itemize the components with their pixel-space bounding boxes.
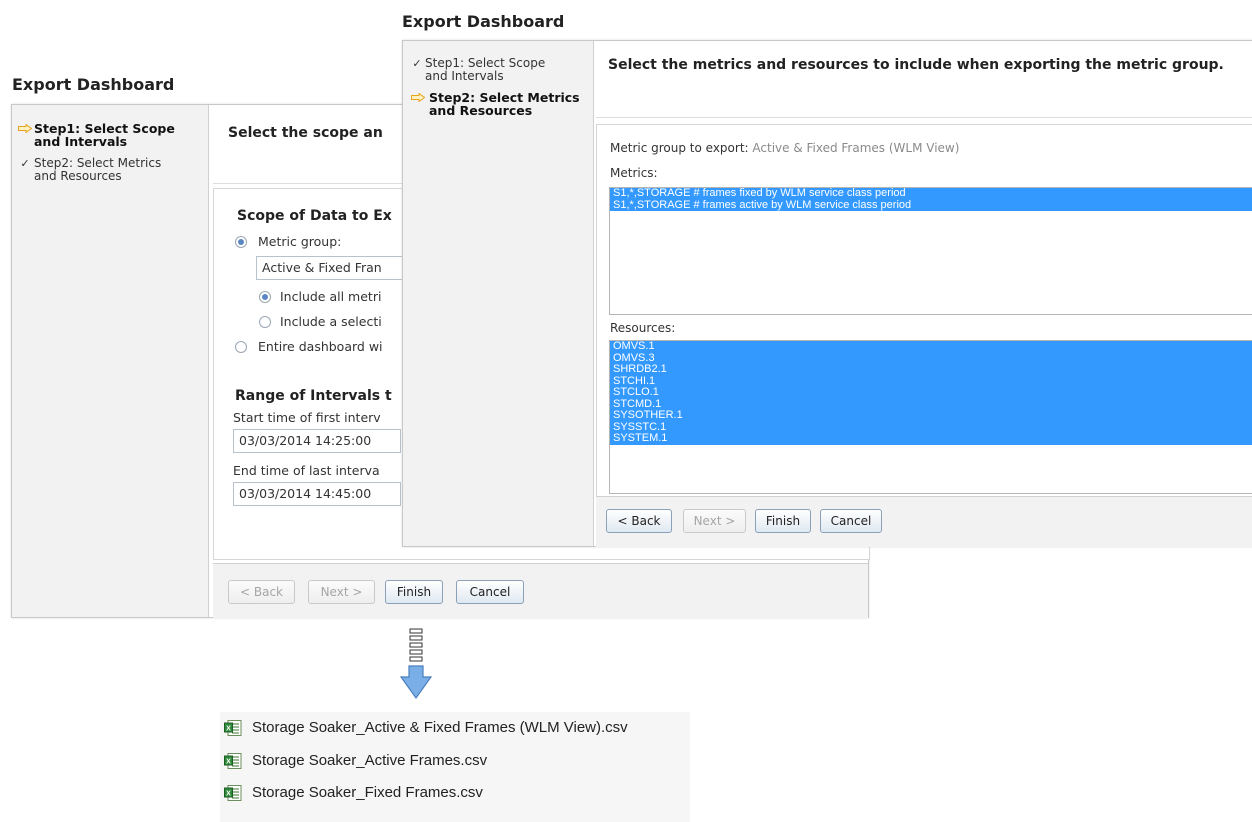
- front-dialog-title: Export Dashboard: [402, 12, 565, 31]
- file-item[interactable]: X Storage Soaker_Fixed Frames.csv: [224, 783, 684, 805]
- resources-list-item[interactable]: SYSTEM.1: [610, 432, 1252, 445]
- checkmark-icon: ✓: [20, 157, 30, 170]
- entire-dashboard-radio[interactable]: [235, 341, 247, 353]
- file-item[interactable]: X Storage Soaker_Active & Fixed Frames (…: [224, 718, 684, 740]
- front-footer: < Back Next > Finish Cancel: [596, 496, 1252, 547]
- back-step-2-line2: and Resources: [34, 169, 122, 183]
- checkmark-icon: ✓: [412, 57, 422, 70]
- metric-group-radio[interactable]: [235, 236, 247, 248]
- metric-group-field[interactable]: Active & Fixed Fran: [256, 256, 406, 280]
- front-step-1-line2: and Intervals: [425, 69, 504, 83]
- metric-group-export-label: Metric group to export: Active & Fixed F…: [610, 141, 959, 155]
- metrics-list[interactable]: S1,*,STORAGE # frames fixed by WLM servi…: [609, 187, 1252, 315]
- include-selection-label: Include a selecti: [280, 314, 382, 329]
- file-name: Storage Soaker_Fixed Frames.csv: [252, 784, 483, 801]
- resources-list-item[interactable]: SYSOTHER.1: [610, 409, 1252, 422]
- end-time-field[interactable]: 03/03/2014 14:45:00: [233, 482, 401, 506]
- back-step-1[interactable]: Step1: Select Scope and Intervals: [18, 122, 208, 150]
- metrics-list-item[interactable]: S1,*,STORAGE # frames active by WLM serv…: [610, 199, 1252, 211]
- back-footer: < Back Next > Finish Cancel: [213, 563, 868, 618]
- front-content: Metric group to export: Active & Fixed F…: [596, 124, 1252, 498]
- start-time-field[interactable]: 03/03/2014 14:25:00: [233, 429, 401, 453]
- back-steps-pane: Step1: Select Scope and Intervals ✓ Step…: [12, 105, 209, 617]
- down-arrow-icon: [399, 628, 433, 700]
- resources-list-item[interactable]: OMVS.3: [610, 352, 1252, 364]
- resources-label: Resources:: [610, 321, 676, 335]
- resources-list-item[interactable]: SHRDB2.1: [610, 363, 1252, 376]
- front-dialog: ✓ Step1: Select Scope and Intervals Step…: [402, 40, 1252, 547]
- resources-list[interactable]: OMVS.1 OMVS.3 SHRDB2.1 STCHI.1 STCLO.1 S…: [609, 340, 1252, 494]
- finish-button[interactable]: Finish: [755, 509, 811, 533]
- front-step-2[interactable]: Step2: Select Metrics and Resources: [411, 91, 593, 119]
- start-time-label: Start time of first interv: [233, 410, 381, 425]
- svg-text:X: X: [226, 791, 231, 798]
- include-selection-radio[interactable]: [259, 316, 271, 328]
- metric-group-export-prefix: Metric group to export:: [610, 141, 749, 155]
- right-arrow-icon: [18, 124, 32, 133]
- excel-csv-icon: X: [224, 753, 242, 769]
- front-header: Select the metrics and resources to incl…: [596, 41, 1252, 118]
- excel-csv-icon: X: [224, 720, 242, 736]
- next-button[interactable]: Next >: [683, 509, 746, 533]
- back-step-1-line2: and Intervals: [34, 134, 128, 149]
- entire-dashboard-label: Entire dashboard wi: [258, 339, 383, 354]
- back-step-2[interactable]: ✓ Step2: Select Metrics and Resources: [18, 157, 208, 185]
- back-button[interactable]: < Back: [606, 509, 672, 533]
- front-steps-pane: ✓ Step1: Select Scope and Intervals Step…: [403, 41, 594, 546]
- finish-button[interactable]: Finish: [385, 580, 443, 604]
- back-dialog-title: Export Dashboard: [12, 75, 175, 94]
- svg-text:X: X: [226, 726, 231, 733]
- cancel-button[interactable]: Cancel: [456, 580, 524, 604]
- scope-heading: Scope of Data to Ex: [237, 208, 392, 224]
- front-step-1[interactable]: ✓ Step1: Select Scope and Intervals: [411, 57, 591, 85]
- metrics-list-item[interactable]: S1,*,STORAGE # frames fixed by WLM servi…: [610, 188, 1252, 200]
- resources-list-item[interactable]: STCLO.1: [610, 386, 1252, 399]
- metrics-label: Metrics:: [610, 166, 658, 180]
- metric-group-label: Metric group:: [258, 234, 342, 249]
- right-arrow-icon: [411, 93, 425, 102]
- file-name: Storage Soaker_Active & Fixed Frames (WL…: [252, 719, 628, 736]
- metric-group-export-name: Active & Fixed Frames (WLM View): [752, 141, 960, 155]
- file-name: Storage Soaker_Active Frames.csv: [252, 752, 488, 769]
- cancel-button[interactable]: Cancel: [820, 509, 882, 533]
- back-button[interactable]: < Back: [228, 580, 295, 604]
- resources-list-item[interactable]: SYSSTC.1: [610, 421, 1252, 433]
- front-step-2-line2: and Resources: [429, 103, 533, 118]
- range-heading: Range of Intervals t: [235, 388, 392, 404]
- include-all-radio[interactable]: [259, 291, 271, 303]
- resources-list-item[interactable]: OMVS.1: [610, 341, 1252, 353]
- excel-csv-icon: X: [224, 785, 242, 801]
- file-item[interactable]: X Storage Soaker_Active Frames.csv: [224, 751, 684, 773]
- front-header-text: Select the metrics and resources to incl…: [608, 57, 1224, 73]
- back-header-text: Select the scope an: [228, 125, 383, 141]
- svg-text:X: X: [226, 759, 231, 766]
- include-all-label: Include all metri: [280, 289, 382, 304]
- next-button[interactable]: Next >: [308, 580, 375, 604]
- resources-list-item[interactable]: STCHI.1: [610, 375, 1252, 387]
- resources-list-item[interactable]: STCMD.1: [610, 398, 1252, 410]
- file-list: X Storage Soaker_Active & Fixed Frames (…: [220, 712, 690, 822]
- end-time-label: End time of last interva: [233, 463, 380, 478]
